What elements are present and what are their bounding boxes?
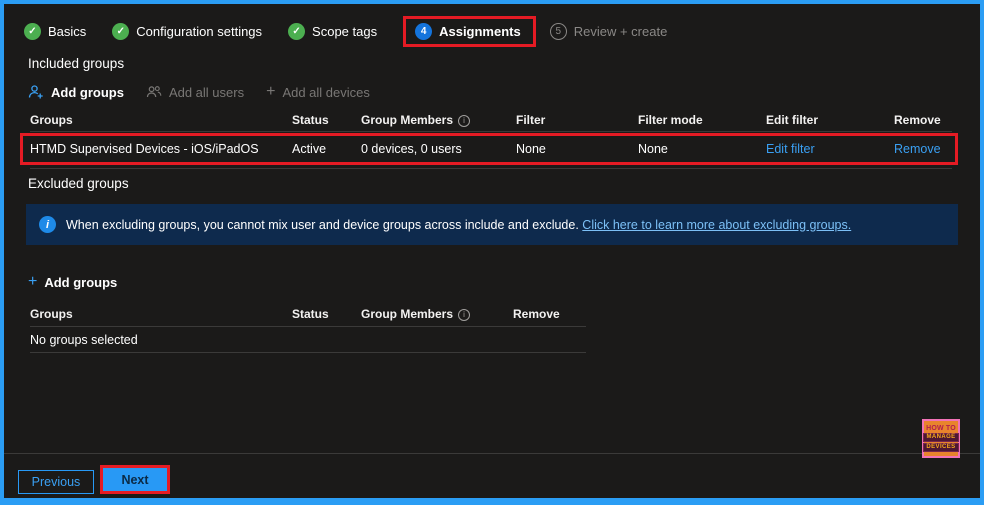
step-number-badge: 5 xyxy=(550,23,567,40)
add-groups-label: Add groups xyxy=(51,85,124,100)
add-all-users-button[interactable]: Add all users xyxy=(146,84,244,100)
col-groups: Groups xyxy=(30,113,292,127)
included-groups-title: Included groups xyxy=(28,56,124,71)
check-icon: ✓ xyxy=(288,23,305,40)
logo-line1: HOW TO xyxy=(926,425,956,432)
row-members: 0 devices, 0 users xyxy=(361,142,516,156)
row-filter: None xyxy=(516,142,638,156)
add-groups-excluded-label: Add groups xyxy=(44,275,117,290)
col-remove: Remove xyxy=(894,113,980,127)
logo-line2: MANAGE xyxy=(923,433,958,442)
tab-basics-label: Basics xyxy=(48,24,86,39)
info-icon[interactable]: i xyxy=(458,115,470,127)
check-icon: ✓ xyxy=(24,23,41,40)
excluded-table-header: Groups Status Group Membersi Remove xyxy=(4,304,614,324)
row-filter-mode: None xyxy=(638,142,766,156)
htmd-logo: HOW TO MANAGE DEVICES xyxy=(922,419,960,458)
add-all-devices-label: Add all devices xyxy=(282,85,369,100)
tab-configuration-settings-label: Configuration settings xyxy=(136,24,262,39)
tab-basics[interactable]: ✓ Basics xyxy=(24,23,86,40)
info-icon[interactable]: i xyxy=(458,309,470,321)
col-group-members: Group Membersi xyxy=(361,307,513,321)
tab-assignments[interactable]: 4 Assignments xyxy=(403,16,536,47)
next-button[interactable]: Next xyxy=(103,468,167,491)
add-all-devices-button[interactable]: + Add all devices xyxy=(266,84,370,100)
users-icon xyxy=(146,84,162,100)
info-banner: i When excluding groups, you cannot mix … xyxy=(26,204,958,245)
add-groups-button[interactable]: Add groups xyxy=(28,84,124,100)
excluded-groups-title: Excluded groups xyxy=(28,176,129,191)
divider xyxy=(30,168,952,169)
col-filter: Filter xyxy=(516,113,638,127)
logo-line3: DEVICES xyxy=(923,443,958,452)
step-number-badge: 4 xyxy=(415,23,432,40)
plus-icon: + xyxy=(28,274,37,290)
included-actions: Add groups Add all users + Add all devic… xyxy=(28,82,370,102)
info-icon: i xyxy=(39,216,56,233)
included-table-header: Groups Status Group Membersi Filter Filt… xyxy=(4,110,980,130)
col-groups: Groups xyxy=(30,307,292,321)
add-all-users-label: Add all users xyxy=(169,85,244,100)
previous-button[interactable]: Previous xyxy=(18,470,94,494)
tab-scope-tags[interactable]: ✓ Scope tags xyxy=(288,23,377,40)
wizard-page: ✓ Basics ✓ Configuration settings ✓ Scop… xyxy=(0,0,984,505)
col-remove: Remove xyxy=(513,307,614,321)
tab-scope-tags-label: Scope tags xyxy=(312,24,377,39)
excluded-actions: + Add groups xyxy=(28,272,117,292)
tab-review-create-label: Review + create xyxy=(574,24,668,39)
edit-filter-link[interactable]: Edit filter xyxy=(766,142,894,156)
col-status: Status xyxy=(292,113,361,127)
wizard-steps: ✓ Basics ✓ Configuration settings ✓ Scop… xyxy=(24,14,693,48)
info-banner-text: When excluding groups, you cannot mix us… xyxy=(66,218,851,232)
add-user-icon xyxy=(28,84,44,100)
excluding-groups-learn-more-link[interactable]: Click here to learn more about excluding… xyxy=(582,218,851,232)
col-group-members: Group Membersi xyxy=(361,113,516,127)
tab-assignments-label: Assignments xyxy=(439,24,521,39)
add-groups-excluded-button[interactable]: + Add groups xyxy=(28,274,117,290)
empty-state-text: No groups selected xyxy=(30,333,138,347)
highlight-box-next: Next xyxy=(100,465,170,494)
row-group-name: HTMD Supervised Devices - iOS/iPadOS xyxy=(30,142,292,156)
tab-review-create[interactable]: 5 Review + create xyxy=(550,23,668,40)
row-status: Active xyxy=(292,142,361,156)
highlight-box-row: HTMD Supervised Devices - iOS/iPadOS Act… xyxy=(20,133,958,165)
divider xyxy=(30,352,586,353)
remove-link[interactable]: Remove xyxy=(894,142,955,156)
tab-configuration-settings[interactable]: ✓ Configuration settings xyxy=(112,23,262,40)
check-icon: ✓ xyxy=(112,23,129,40)
plus-icon: + xyxy=(266,84,275,100)
table-row[interactable]: HTMD Supervised Devices - iOS/iPadOS Act… xyxy=(23,136,955,162)
divider xyxy=(30,131,952,132)
col-filter-mode: Filter mode xyxy=(638,113,766,127)
col-status: Status xyxy=(292,307,361,321)
divider xyxy=(30,326,586,327)
footer-divider xyxy=(4,453,980,454)
col-edit-filter: Edit filter xyxy=(766,113,894,127)
